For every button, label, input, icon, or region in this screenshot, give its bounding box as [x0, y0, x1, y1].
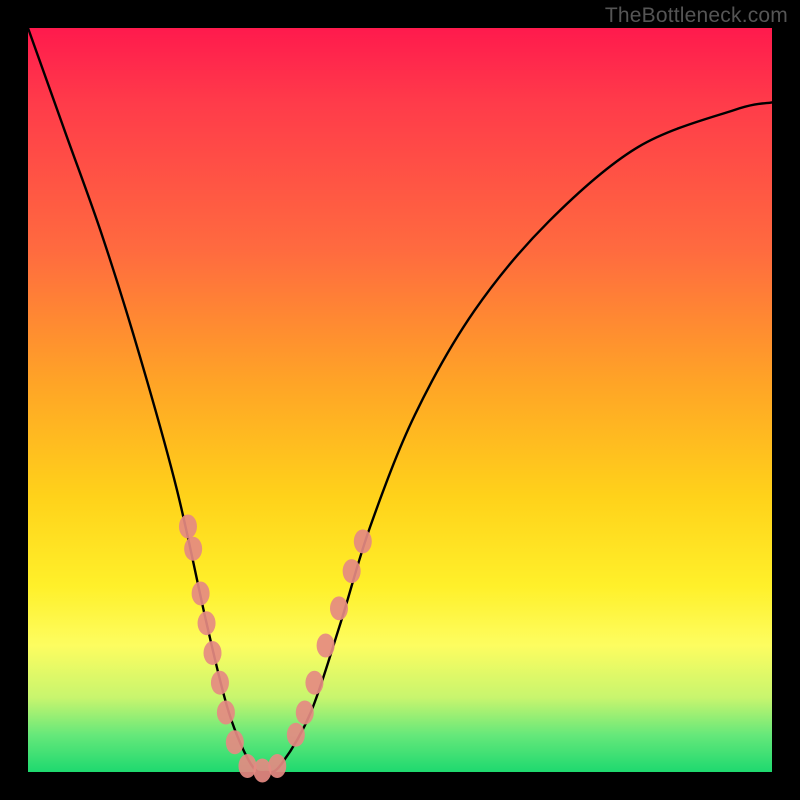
marker-dot: [211, 671, 229, 695]
marker-dot: [296, 700, 314, 724]
marker-dot: [238, 754, 256, 778]
marker-dot: [287, 723, 305, 747]
watermark-text: TheBottleneck.com: [605, 4, 788, 28]
bottleneck-curve-path: [28, 28, 772, 772]
marker-dot: [305, 671, 323, 695]
marker-dot: [184, 537, 202, 561]
marker-dot: [330, 596, 348, 620]
marker-dot: [226, 730, 244, 754]
marker-dot: [354, 529, 372, 553]
chart-svg: [28, 28, 772, 772]
marker-dot: [217, 700, 235, 724]
marker-dot: [198, 611, 216, 635]
marker-dot: [343, 559, 361, 583]
marker-dot: [268, 754, 286, 778]
marker-dot: [317, 634, 335, 658]
chart-plot-area: [28, 28, 772, 772]
marker-dot: [204, 641, 222, 665]
marker-dots-group: [179, 514, 372, 782]
marker-dot: [192, 581, 210, 605]
marker-dot: [179, 514, 197, 538]
marker-dot: [253, 759, 271, 783]
chart-frame: TheBottleneck.com: [0, 0, 800, 800]
